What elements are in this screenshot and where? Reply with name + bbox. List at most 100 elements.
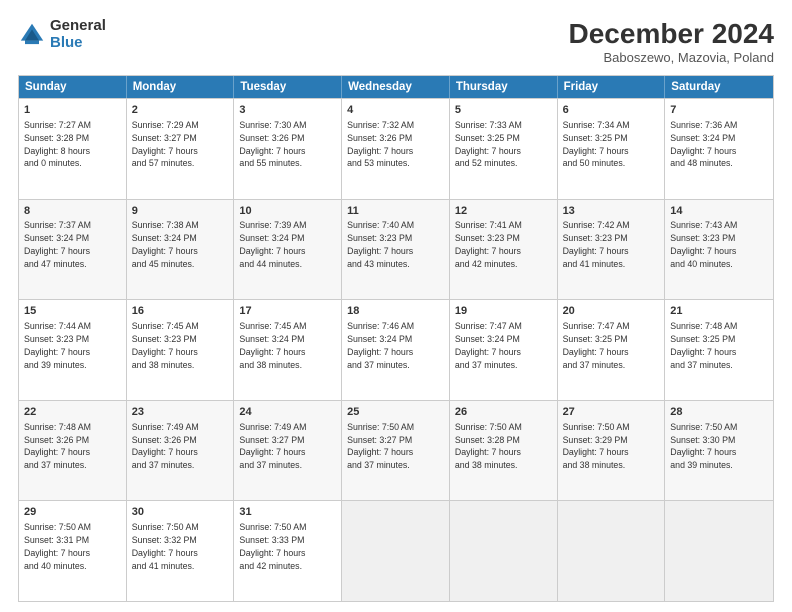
cell-4-fri: 27 Sunrise: 7:50 AMSunset: 3:29 PMDaylig… bbox=[558, 401, 666, 501]
cal-row-2: 8 Sunrise: 7:37 AMSunset: 3:24 PMDayligh… bbox=[19, 199, 773, 300]
day-num: 10 bbox=[239, 204, 336, 219]
cell-1-sat: 7 Sunrise: 7:36 AMSunset: 3:24 PMDayligh… bbox=[665, 99, 773, 199]
day-num: 4 bbox=[347, 103, 444, 118]
cell-data: Sunrise: 7:29 AMSunset: 3:27 PMDaylight:… bbox=[132, 120, 199, 169]
cell-data: Sunrise: 7:50 AMSunset: 3:29 PMDaylight:… bbox=[563, 422, 630, 471]
cell-4-tue: 24 Sunrise: 7:49 AMSunset: 3:27 PMDaylig… bbox=[234, 401, 342, 501]
day-num: 20 bbox=[563, 304, 660, 319]
month-title: December 2024 bbox=[569, 18, 774, 50]
cell-data: Sunrise: 7:50 AMSunset: 3:33 PMDaylight:… bbox=[239, 522, 306, 571]
cell-data: Sunrise: 7:44 AMSunset: 3:23 PMDaylight:… bbox=[24, 321, 91, 370]
title-block: December 2024 Baboszewo, Mazovia, Poland bbox=[569, 18, 774, 65]
day-num: 27 bbox=[563, 405, 660, 420]
cell-data: Sunrise: 7:37 AMSunset: 3:24 PMDaylight:… bbox=[24, 220, 91, 269]
cal-row-4: 22 Sunrise: 7:48 AMSunset: 3:26 PMDaylig… bbox=[19, 400, 773, 501]
cell-data: Sunrise: 7:33 AMSunset: 3:25 PMDaylight:… bbox=[455, 120, 522, 169]
cell-5-sat-empty bbox=[665, 501, 773, 601]
cell-4-wed: 25 Sunrise: 7:50 AMSunset: 3:27 PMDaylig… bbox=[342, 401, 450, 501]
cell-data: Sunrise: 7:49 AMSunset: 3:27 PMDaylight:… bbox=[239, 422, 306, 471]
cell-data: Sunrise: 7:46 AMSunset: 3:24 PMDaylight:… bbox=[347, 321, 414, 370]
day-num: 6 bbox=[563, 103, 660, 118]
day-num: 28 bbox=[670, 405, 768, 420]
calendar-body: 1 Sunrise: 7:27 AMSunset: 3:28 PMDayligh… bbox=[19, 98, 773, 601]
cell-data: Sunrise: 7:45 AMSunset: 3:23 PMDaylight:… bbox=[132, 321, 199, 370]
cell-4-sat: 28 Sunrise: 7:50 AMSunset: 3:30 PMDaylig… bbox=[665, 401, 773, 501]
day-num: 22 bbox=[24, 405, 121, 420]
cell-2-fri: 13 Sunrise: 7:42 AMSunset: 3:23 PMDaylig… bbox=[558, 200, 666, 300]
cell-4-mon: 23 Sunrise: 7:49 AMSunset: 3:26 PMDaylig… bbox=[127, 401, 235, 501]
cell-3-sun: 15 Sunrise: 7:44 AMSunset: 3:23 PMDaylig… bbox=[19, 300, 127, 400]
day-num: 2 bbox=[132, 103, 229, 118]
cell-3-fri: 20 Sunrise: 7:47 AMSunset: 3:25 PMDaylig… bbox=[558, 300, 666, 400]
cell-data: Sunrise: 7:27 AMSunset: 3:28 PMDaylight:… bbox=[24, 120, 91, 169]
cell-3-wed: 18 Sunrise: 7:46 AMSunset: 3:24 PMDaylig… bbox=[342, 300, 450, 400]
location-subtitle: Baboszewo, Mazovia, Poland bbox=[569, 50, 774, 65]
cell-1-wed: 4 Sunrise: 7:32 AMSunset: 3:26 PMDayligh… bbox=[342, 99, 450, 199]
cell-data: Sunrise: 7:39 AMSunset: 3:24 PMDaylight:… bbox=[239, 220, 306, 269]
day-num: 24 bbox=[239, 405, 336, 420]
cell-data: Sunrise: 7:49 AMSunset: 3:26 PMDaylight:… bbox=[132, 422, 199, 471]
cell-1-fri: 6 Sunrise: 7:34 AMSunset: 3:25 PMDayligh… bbox=[558, 99, 666, 199]
cell-2-mon: 9 Sunrise: 7:38 AMSunset: 3:24 PMDayligh… bbox=[127, 200, 235, 300]
cell-3-tue: 17 Sunrise: 7:45 AMSunset: 3:24 PMDaylig… bbox=[234, 300, 342, 400]
day-num: 19 bbox=[455, 304, 552, 319]
cell-4-thu: 26 Sunrise: 7:50 AMSunset: 3:28 PMDaylig… bbox=[450, 401, 558, 501]
logo: General Blue bbox=[18, 18, 106, 51]
day-num: 7 bbox=[670, 103, 768, 118]
cell-5-sun: 29 Sunrise: 7:50 AMSunset: 3:31 PMDaylig… bbox=[19, 501, 127, 601]
page: General Blue December 2024 Baboszewo, Ma… bbox=[0, 0, 792, 612]
day-num: 16 bbox=[132, 304, 229, 319]
day-num: 21 bbox=[670, 304, 768, 319]
cal-row-5: 29 Sunrise: 7:50 AMSunset: 3:31 PMDaylig… bbox=[19, 500, 773, 601]
cell-data: Sunrise: 7:48 AMSunset: 3:26 PMDaylight:… bbox=[24, 422, 91, 471]
cell-2-tue: 10 Sunrise: 7:39 AMSunset: 3:24 PMDaylig… bbox=[234, 200, 342, 300]
header-saturday: Saturday bbox=[665, 76, 773, 98]
header: General Blue December 2024 Baboszewo, Ma… bbox=[18, 18, 774, 65]
cell-2-thu: 12 Sunrise: 7:41 AMSunset: 3:23 PMDaylig… bbox=[450, 200, 558, 300]
header-wednesday: Wednesday bbox=[342, 76, 450, 98]
header-friday: Friday bbox=[558, 76, 666, 98]
header-tuesday: Tuesday bbox=[234, 76, 342, 98]
cell-data: Sunrise: 7:32 AMSunset: 3:26 PMDaylight:… bbox=[347, 120, 414, 169]
day-num: 14 bbox=[670, 204, 768, 219]
day-num: 12 bbox=[455, 204, 552, 219]
day-num: 8 bbox=[24, 204, 121, 219]
cell-2-wed: 11 Sunrise: 7:40 AMSunset: 3:23 PMDaylig… bbox=[342, 200, 450, 300]
cell-5-fri-empty bbox=[558, 501, 666, 601]
logo-icon bbox=[18, 21, 46, 49]
cell-data: Sunrise: 7:36 AMSunset: 3:24 PMDaylight:… bbox=[670, 120, 737, 169]
cell-data: Sunrise: 7:30 AMSunset: 3:26 PMDaylight:… bbox=[239, 120, 306, 169]
cell-1-sun: 1 Sunrise: 7:27 AMSunset: 3:28 PMDayligh… bbox=[19, 99, 127, 199]
cell-data: Sunrise: 7:50 AMSunset: 3:32 PMDaylight:… bbox=[132, 522, 199, 571]
day-num: 3 bbox=[239, 103, 336, 118]
cell-2-sat: 14 Sunrise: 7:43 AMSunset: 3:23 PMDaylig… bbox=[665, 200, 773, 300]
cell-data: Sunrise: 7:42 AMSunset: 3:23 PMDaylight:… bbox=[563, 220, 630, 269]
cal-row-3: 15 Sunrise: 7:44 AMSunset: 3:23 PMDaylig… bbox=[19, 299, 773, 400]
cell-data: Sunrise: 7:43 AMSunset: 3:23 PMDaylight:… bbox=[670, 220, 737, 269]
header-thursday: Thursday bbox=[450, 76, 558, 98]
cell-1-mon: 2 Sunrise: 7:29 AMSunset: 3:27 PMDayligh… bbox=[127, 99, 235, 199]
calendar: Sunday Monday Tuesday Wednesday Thursday… bbox=[18, 75, 774, 602]
cell-data: Sunrise: 7:47 AMSunset: 3:24 PMDaylight:… bbox=[455, 321, 522, 370]
cell-data: Sunrise: 7:34 AMSunset: 3:25 PMDaylight:… bbox=[563, 120, 630, 169]
cell-5-tue: 31 Sunrise: 7:50 AMSunset: 3:33 PMDaylig… bbox=[234, 501, 342, 601]
day-num: 13 bbox=[563, 204, 660, 219]
cell-5-thu-empty bbox=[450, 501, 558, 601]
day-num: 30 bbox=[132, 505, 229, 520]
cell-data: Sunrise: 7:50 AMSunset: 3:28 PMDaylight:… bbox=[455, 422, 522, 471]
day-num: 25 bbox=[347, 405, 444, 420]
cell-data: Sunrise: 7:47 AMSunset: 3:25 PMDaylight:… bbox=[563, 321, 630, 370]
day-num: 23 bbox=[132, 405, 229, 420]
cell-data: Sunrise: 7:45 AMSunset: 3:24 PMDaylight:… bbox=[239, 321, 306, 370]
logo-blue-text: Blue bbox=[50, 35, 106, 52]
cell-1-tue: 3 Sunrise: 7:30 AMSunset: 3:26 PMDayligh… bbox=[234, 99, 342, 199]
day-num: 5 bbox=[455, 103, 552, 118]
calendar-header-row: Sunday Monday Tuesday Wednesday Thursday… bbox=[19, 76, 773, 98]
cell-data: Sunrise: 7:50 AMSunset: 3:27 PMDaylight:… bbox=[347, 422, 414, 471]
cell-3-mon: 16 Sunrise: 7:45 AMSunset: 3:23 PMDaylig… bbox=[127, 300, 235, 400]
day-num: 31 bbox=[239, 505, 336, 520]
cell-data: Sunrise: 7:40 AMSunset: 3:23 PMDaylight:… bbox=[347, 220, 414, 269]
cal-row-1: 1 Sunrise: 7:27 AMSunset: 3:28 PMDayligh… bbox=[19, 98, 773, 199]
cell-5-mon: 30 Sunrise: 7:50 AMSunset: 3:32 PMDaylig… bbox=[127, 501, 235, 601]
cell-data: Sunrise: 7:50 AMSunset: 3:31 PMDaylight:… bbox=[24, 522, 91, 571]
